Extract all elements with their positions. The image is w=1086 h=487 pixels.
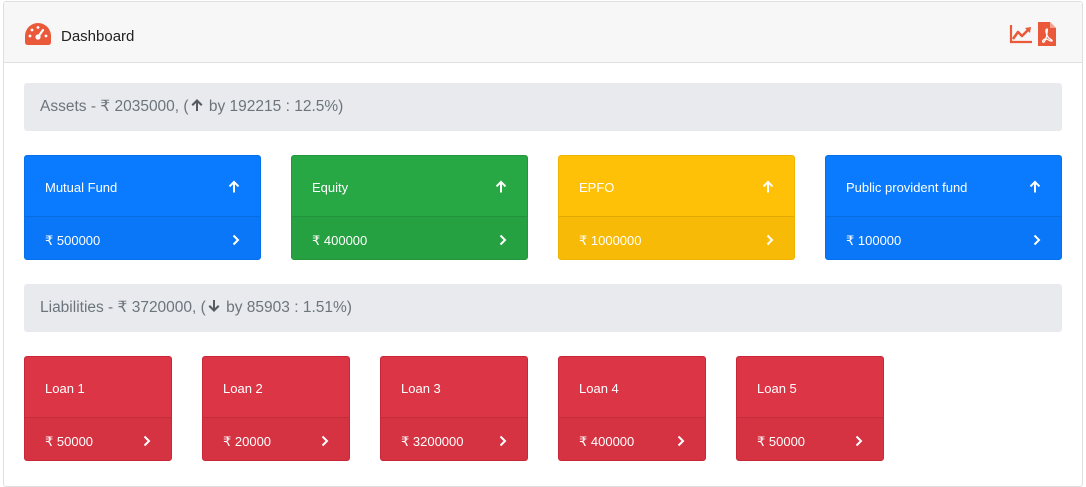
arrow-down-icon (208, 300, 220, 312)
card-footer[interactable]: ₹ 400000 (292, 217, 527, 259)
card-header: Loan 2 (203, 357, 349, 418)
arrow-up-icon (228, 180, 240, 193)
page-title: Dashboard (61, 28, 135, 45)
card-value: ₹ 1000000 (579, 233, 642, 248)
chevron-right-icon[interactable] (677, 435, 685, 447)
card-header: Loan 3 (381, 357, 527, 418)
card-header: Loan 5 (737, 357, 883, 418)
card-footer[interactable]: ₹ 3200000 (381, 418, 527, 460)
card-value: ₹ 400000 (579, 434, 635, 449)
card-label: EPFO (579, 180, 615, 195)
liability-card-loan-3[interactable]: Loan 3 ₹ 3200000 (380, 356, 528, 461)
arrow-up-icon (762, 180, 774, 193)
arrow-up-icon (191, 99, 203, 111)
card-label: Loan 5 (757, 381, 797, 396)
chevron-right-icon[interactable] (499, 435, 507, 447)
card-label: Loan 3 (401, 381, 441, 396)
card-footer[interactable]: ₹ 400000 (559, 418, 705, 460)
card-label: Mutual Fund (45, 180, 118, 195)
card-header: Loan 4 (559, 357, 705, 418)
asset-card-equity[interactable]: Equity ₹ 400000 (291, 155, 528, 260)
assets-summary-prefix: Assets - ₹ 2035000, ( (40, 98, 189, 115)
card-header: Equity (292, 156, 527, 217)
card-value: ₹ 20000 (223, 434, 272, 449)
header-actions (1009, 21, 1059, 47)
assets-summary-suffix: by 192215 : 12.5%) (204, 98, 344, 115)
card-label: Loan 1 (45, 381, 85, 396)
chevron-right-icon[interactable] (855, 435, 863, 447)
card-label: Loan 2 (223, 381, 263, 396)
dashboard-panel: Dashboard Assets - ₹ 2035000, ( by 19221… (3, 1, 1083, 487)
card-footer[interactable]: ₹ 50000 (25, 418, 171, 460)
liability-card-loan-4[interactable]: Loan 4 ₹ 400000 (558, 356, 706, 461)
chevron-right-icon[interactable] (232, 234, 240, 246)
card-value: ₹ 3200000 (401, 434, 464, 449)
dashboard-gauge-icon (25, 23, 51, 45)
card-footer[interactable]: ₹ 50000 (737, 418, 883, 460)
asset-card-public-provident-fund[interactable]: Public provident fund ₹ 100000 (825, 155, 1062, 260)
card-value: ₹ 400000 (312, 233, 368, 248)
card-label: Equity (312, 180, 349, 195)
card-value: ₹ 500000 (45, 233, 101, 248)
liability-card-loan-1[interactable]: Loan 1 ₹ 50000 (24, 356, 172, 461)
card-value: ₹ 50000 (757, 434, 806, 449)
card-footer[interactable]: ₹ 500000 (25, 217, 260, 259)
asset-card-epfo[interactable]: EPFO ₹ 1000000 (558, 155, 795, 260)
chevron-right-icon[interactable] (499, 234, 507, 246)
card-footer[interactable]: ₹ 100000 (826, 217, 1061, 259)
panel-header: Dashboard (4, 2, 1082, 63)
liabilities-summary-bar: Liabilities - ₹ 3720000, ( by 85903 : 1.… (24, 284, 1062, 332)
assets-summary-bar: Assets - ₹ 2035000, ( by 192215 : 12.5%) (24, 83, 1062, 131)
trend-chart-icon[interactable] (1009, 21, 1033, 47)
card-header: Loan 1 (25, 357, 171, 418)
card-label: Loan 4 (579, 381, 619, 396)
card-footer[interactable]: ₹ 20000 (203, 418, 349, 460)
liabilities-summary-suffix: by 85903 : 1.51%) (221, 299, 352, 316)
pdf-export-icon[interactable] (1035, 21, 1059, 47)
card-header: EPFO (559, 156, 794, 217)
card-footer[interactable]: ₹ 1000000 (559, 217, 794, 259)
chevron-right-icon[interactable] (1033, 234, 1041, 246)
chevron-right-icon[interactable] (766, 234, 774, 246)
arrow-up-icon (495, 180, 507, 193)
chevron-right-icon[interactable] (143, 435, 151, 447)
card-label: Public provident fund (846, 180, 968, 195)
chevron-right-icon[interactable] (321, 435, 329, 447)
liability-card-loan-5[interactable]: Loan 5 ₹ 50000 (736, 356, 884, 461)
card-value: ₹ 100000 (846, 233, 902, 248)
liabilities-summary-prefix: Liabilities - ₹ 3720000, ( (40, 299, 206, 316)
asset-card-mutual-fund[interactable]: Mutual Fund ₹ 500000 (24, 155, 261, 260)
card-header: Mutual Fund (25, 156, 260, 217)
liability-card-loan-2[interactable]: Loan 2 ₹ 20000 (202, 356, 350, 461)
arrow-up-icon (1029, 180, 1041, 193)
card-value: ₹ 50000 (45, 434, 94, 449)
card-header: Public provident fund (826, 156, 1061, 217)
